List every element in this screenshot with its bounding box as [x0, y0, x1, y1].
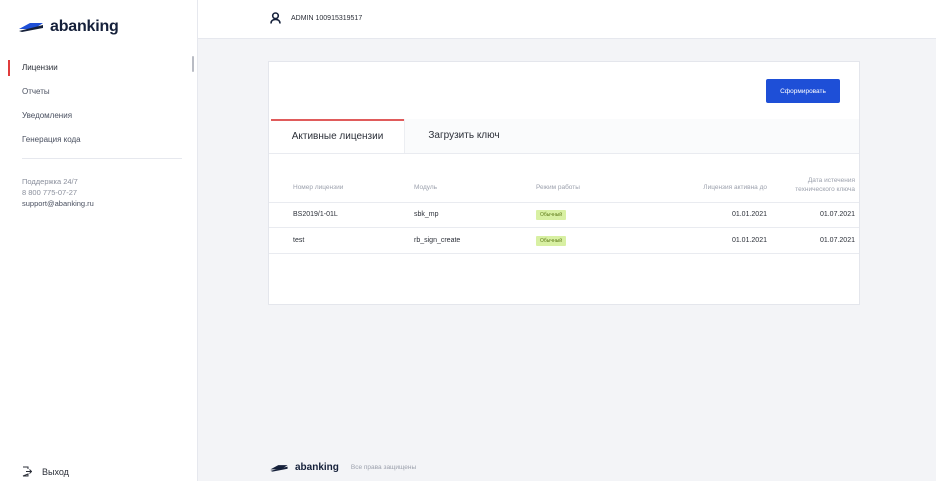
sidebar-scrollbar[interactable]	[192, 56, 194, 72]
cell-module: rb_sign_create	[414, 237, 461, 244]
support-email[interactable]: support@abanking.ru	[22, 198, 94, 209]
column-module: Модуль	[414, 184, 438, 191]
user-menu[interactable]: ADMIN 100915319517	[270, 12, 362, 24]
logo[interactable]: abanking	[18, 18, 119, 36]
column-mode: Режим работы	[536, 184, 580, 191]
cell-module: sbk_mp	[414, 211, 439, 218]
sidebar-item-code-generation[interactable]: Генерация кода	[0, 128, 197, 152]
cell-key-expiry: 01.07.2021	[819, 211, 855, 218]
footer: abanking Все права защищены	[268, 462, 416, 473]
cell-license-number: BS2019/1-01L	[293, 211, 338, 218]
licenses-card: Сформировать отчёт Активные лицензии Заг…	[268, 61, 860, 305]
user-icon	[270, 12, 281, 24]
mode-badge: Обычный	[536, 236, 567, 246]
logout-icon	[22, 466, 32, 477]
user-name: ADMIN 100915319517	[291, 14, 363, 22]
cell-license-number: test	[293, 237, 305, 244]
logout-button[interactable]: Выход	[22, 466, 69, 477]
tabs: Активные лицензии Загрузить ключ	[269, 119, 859, 154]
logout-label: Выход	[42, 466, 69, 477]
sidebar-item-notifications[interactable]: Уведомления	[0, 104, 197, 128]
sidebar: abanking Лицензии Отчеты Уведомления Ген…	[0, 0, 198, 481]
tab-upload-key[interactable]: Загрузить ключ	[419, 119, 509, 153]
column-key-expiry: Дата истечения технического ключа	[795, 177, 855, 193]
table-row[interactable]: test rb_sign_create Обычный 01.01.2021 0…	[269, 228, 859, 254]
logo-mark-icon	[19, 23, 43, 32]
sidebar-item-reports[interactable]: Отчеты	[0, 80, 197, 104]
cell-key-expiry: 01.07.2021	[819, 237, 855, 244]
generate-report-button[interactable]: Сформировать отчёт	[766, 79, 840, 119]
sidebar-divider	[22, 158, 182, 159]
topbar: ADMIN 100915319517	[198, 0, 936, 39]
tab-active-licenses[interactable]: Активные лицензии	[271, 119, 404, 153]
table-row[interactable]: BS2019/1-01L sbk_mp Обычный 01.01.2021 0…	[269, 202, 859, 228]
cell-active-until: 01.01.2021	[731, 211, 767, 218]
table-header: Номер лицензии Модуль Режим работы Лицен…	[269, 173, 859, 203]
column-license-number: Номер лицензии	[293, 184, 344, 191]
support-info: Поддержка 24/7 8 800 775-07-27 support@a…	[22, 176, 94, 209]
footer-logo-mark-icon	[270, 464, 288, 472]
support-phone[interactable]: 8 800 775-07-27	[22, 187, 94, 198]
footer-logo-text: abanking	[295, 462, 339, 473]
sidebar-item-licenses[interactable]: Лицензии	[0, 56, 197, 80]
mode-badge: Обычный	[536, 210, 567, 220]
support-label: Поддержка 24/7	[22, 177, 78, 186]
cell-active-until: 01.01.2021	[731, 237, 767, 244]
logo-text: abanking	[50, 18, 119, 35]
column-active-until: Лицензия активна до	[703, 184, 767, 191]
sidebar-nav: Лицензии Отчеты Уведомления Генерация ко…	[0, 56, 197, 152]
footer-rights: Все права защищены	[350, 464, 417, 471]
